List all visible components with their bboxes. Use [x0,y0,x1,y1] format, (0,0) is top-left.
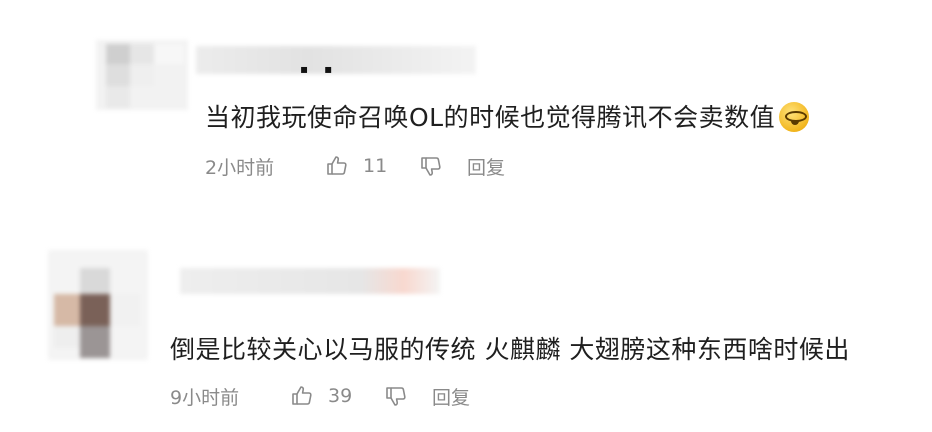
comment-meta: 9小时前 39 回复 [170,382,470,410]
timestamp: 2小时前 [205,156,275,179]
like-count: 39 [328,385,353,407]
avatar[interactable] [48,250,148,360]
reply-button[interactable]: 回复 [432,383,470,410]
thinking-emoji-icon [779,102,810,132]
comment-text: 倒是比较关心以马服的传统 火麒麟 大翅膀这种东西啥时候出 [170,335,850,364]
thumbs-down-icon[interactable] [417,152,445,180]
comment-meta: 2小时前 11 回复 [205,152,505,180]
comment-text-content: 当初我玩使命召唤OL的时候也觉得腾讯不会卖数值 [205,103,776,132]
thumbs-down-icon[interactable] [382,382,410,410]
username[interactable] [180,268,440,294]
thumbs-up-icon[interactable] [323,152,351,180]
avatar[interactable] [96,40,188,110]
username-decoration: ▪▪ [300,62,349,76]
comment-item: ▪▪ 当初我玩使命召唤OL的时候也觉得腾讯不会卖数值 2小时前 11 回复 [0,0,932,205]
comment-text: 当初我玩使命召唤OL的时候也觉得腾讯不会卖数值 [205,98,810,134]
comment-item: 倒是比较关心以马服的传统 火麒麟 大翅膀这种东西啥时候出 9小时前 39 回复 [0,230,932,432]
like-count: 11 [363,155,388,177]
reply-button[interactable]: 回复 [467,153,505,180]
timestamp: 9小时前 [170,386,240,409]
thumbs-up-icon[interactable] [288,382,316,410]
